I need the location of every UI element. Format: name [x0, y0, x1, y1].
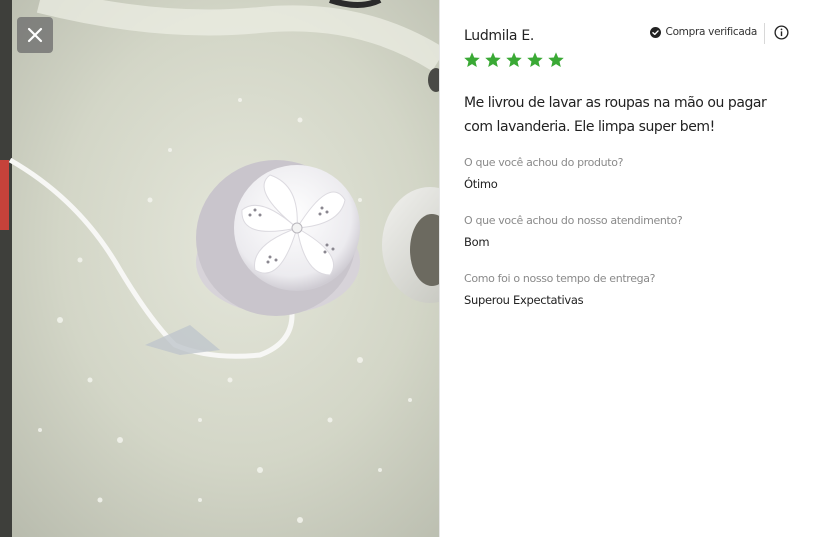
review-photo-image [0, 0, 439, 537]
review-author: Ludmila E. [464, 28, 535, 44]
answer-value: Ótimo [464, 177, 498, 191]
answer-value: Superou Expectativas [464, 293, 584, 307]
question-label: O que você achou do produto? [464, 156, 624, 169]
verified-purchase-label: Compra verificada [665, 26, 758, 38]
star-icon [506, 52, 522, 67]
star-rating [463, 51, 565, 69]
review-modal: Ludmila E. Compra verificada Me livrou d… [0, 0, 813, 537]
review-details: Ludmila E. Compra verificada Me livrou d… [439, 0, 813, 537]
star-icon [527, 52, 543, 67]
header-divider [764, 23, 765, 44]
answer-value: Bom [464, 235, 490, 249]
question-product: O que você achou do produto? Ótimo [464, 156, 623, 191]
star-icon [485, 52, 501, 67]
review-comment: Me livrou de lavar as roupas na mão ou p… [464, 95, 767, 135]
close-icon [27, 27, 43, 43]
check-circle-icon [649, 26, 661, 38]
question-label: Como foi o nosso tempo de entrega? [464, 272, 656, 285]
question-label: O que você achou do nosso atendimento? [464, 214, 683, 227]
question-delivery: Como foi o nosso tempo de entrega? Super… [464, 272, 655, 307]
question-service: O que você achou do nosso atendimento? B… [464, 214, 683, 249]
close-button[interactable] [17, 17, 53, 53]
review-photo [0, 0, 439, 537]
verified-purchase-badge: Compra verificada [649, 26, 758, 38]
star-icon [464, 52, 480, 67]
star-icon [548, 52, 564, 67]
info-icon[interactable] [774, 25, 789, 40]
